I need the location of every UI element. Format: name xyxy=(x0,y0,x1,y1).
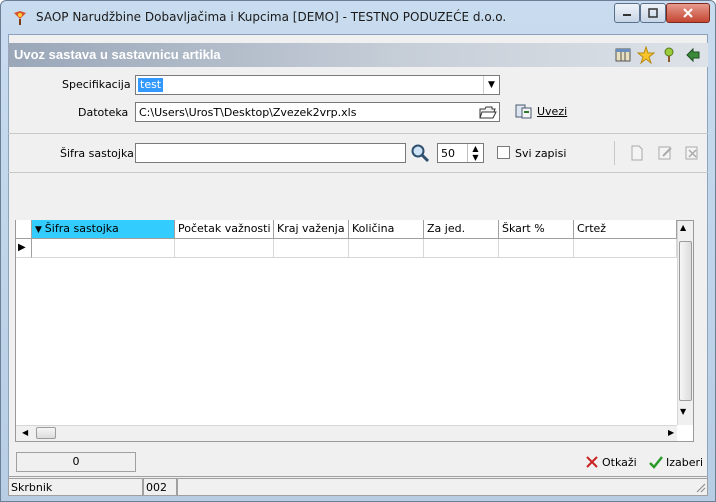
file-label: Datoteka xyxy=(78,106,129,119)
close-button[interactable] xyxy=(666,3,710,23)
divider xyxy=(8,133,708,134)
grid-cell[interactable] xyxy=(32,239,175,258)
horizontal-scrollbar[interactable] xyxy=(16,425,677,441)
favorite-star-icon[interactable] xyxy=(636,45,656,65)
file-field[interactable]: C:\Users\UrosT\Desktop\Zvezek2vrp.xls xyxy=(135,102,500,122)
status-bar-empty-panel xyxy=(177,478,708,496)
minimize-icon xyxy=(623,14,631,16)
columns-icon[interactable] xyxy=(614,46,632,64)
chevron-down-icon[interactable]: ▼ xyxy=(483,76,499,94)
form-title: Uvoz sastava u sastavnicu artikla xyxy=(14,47,221,62)
choose-button[interactable]: Izaberi xyxy=(649,452,711,472)
grid-cell[interactable] xyxy=(574,239,677,258)
choose-label: Izaberi xyxy=(666,455,704,469)
current-row-indicator-icon: ▶ xyxy=(16,239,32,258)
column-header-za-jed[interactable]: Za jed. xyxy=(424,220,499,239)
new-document-icon[interactable] xyxy=(629,145,645,161)
delete-document-icon[interactable] xyxy=(684,145,700,161)
grid-cell[interactable] xyxy=(349,239,424,258)
stepper-arrows-icon[interactable]: ▲ ▼ xyxy=(467,144,483,162)
scroll-down-icon[interactable]: ▼ xyxy=(680,407,686,416)
grid-cell[interactable] xyxy=(499,239,574,258)
spec-dropdown[interactable]: test ▼ xyxy=(135,75,500,95)
close-icon xyxy=(683,8,693,18)
record-count-display: 0 xyxy=(16,452,136,472)
pin-icon[interactable] xyxy=(660,46,678,64)
window-title: SAOP Narudžbine Dobavljačima i Kupcima [… xyxy=(36,10,507,24)
column-header-crtez[interactable]: Crtež xyxy=(574,220,677,239)
record-count-value: 50 xyxy=(441,147,455,160)
status-user-value: 002 xyxy=(143,478,177,496)
vertical-scroll-thumb[interactable] xyxy=(679,241,692,401)
search-label: Šifra sastojka xyxy=(60,147,134,160)
grid-cell[interactable] xyxy=(274,239,349,258)
import-icon xyxy=(515,104,532,119)
toolbar-separator xyxy=(614,141,615,165)
maximize-icon xyxy=(648,8,658,18)
record-count-stepper[interactable]: 50 ▲ ▼ xyxy=(437,143,484,163)
open-folder-icon[interactable] xyxy=(479,104,497,120)
cancel-x-icon xyxy=(586,456,598,468)
column-header-kolicina[interactable]: Količina xyxy=(349,220,424,239)
grid-cell[interactable] xyxy=(424,239,499,258)
grid-cell[interactable] xyxy=(175,239,274,258)
scroll-left-icon[interactable]: ◀ xyxy=(22,428,28,437)
title-bar[interactable]: SAOP Narudžbine Dobavljačima i Kupcima [… xyxy=(0,0,716,34)
file-path-value: C:\Users\UrosT\Desktop\Zvezek2vrp.xls xyxy=(139,106,357,119)
resize-grip-icon[interactable] xyxy=(696,483,706,493)
horizontal-scroll-thumb[interactable] xyxy=(36,427,56,439)
search-icon[interactable] xyxy=(410,143,430,163)
exit-door-icon[interactable] xyxy=(684,46,702,64)
cancel-label: Otkaži xyxy=(602,455,637,469)
column-header-kraj-vazenja[interactable]: Kraj važenja xyxy=(274,220,349,239)
column-header-skart[interactable]: Škart % xyxy=(499,220,574,239)
divider xyxy=(8,172,708,173)
edit-document-icon[interactable] xyxy=(657,145,673,161)
column-header-sifra-sastojka[interactable]: ▼ Šifra sastojka xyxy=(32,220,175,239)
app-logo-icon xyxy=(12,10,28,26)
sort-down-icon: ▼ xyxy=(35,225,45,235)
minimize-button[interactable] xyxy=(614,3,640,23)
cancel-button[interactable]: Otkaži xyxy=(585,452,643,472)
import-label: Uvezi xyxy=(537,104,568,118)
all-records-label: Svi zapisi xyxy=(515,147,567,160)
import-button[interactable]: Uvezi xyxy=(514,101,576,121)
checkmark-icon xyxy=(649,456,663,469)
status-user-label: Skrbnik xyxy=(8,478,143,496)
spec-label: Specifikacija xyxy=(62,78,131,91)
spec-value: test xyxy=(138,78,164,92)
search-input[interactable] xyxy=(135,143,406,163)
scroll-right-icon[interactable]: ▶ xyxy=(668,428,674,437)
row-header-corner xyxy=(16,220,32,239)
all-records-checkbox[interactable] xyxy=(497,146,510,159)
scroll-up-icon[interactable]: ▲ xyxy=(680,223,686,232)
column-header-pocetak-vaznosti[interactable]: Početak važnosti xyxy=(175,220,274,239)
maximize-button[interactable] xyxy=(640,3,666,23)
divider xyxy=(8,476,708,477)
